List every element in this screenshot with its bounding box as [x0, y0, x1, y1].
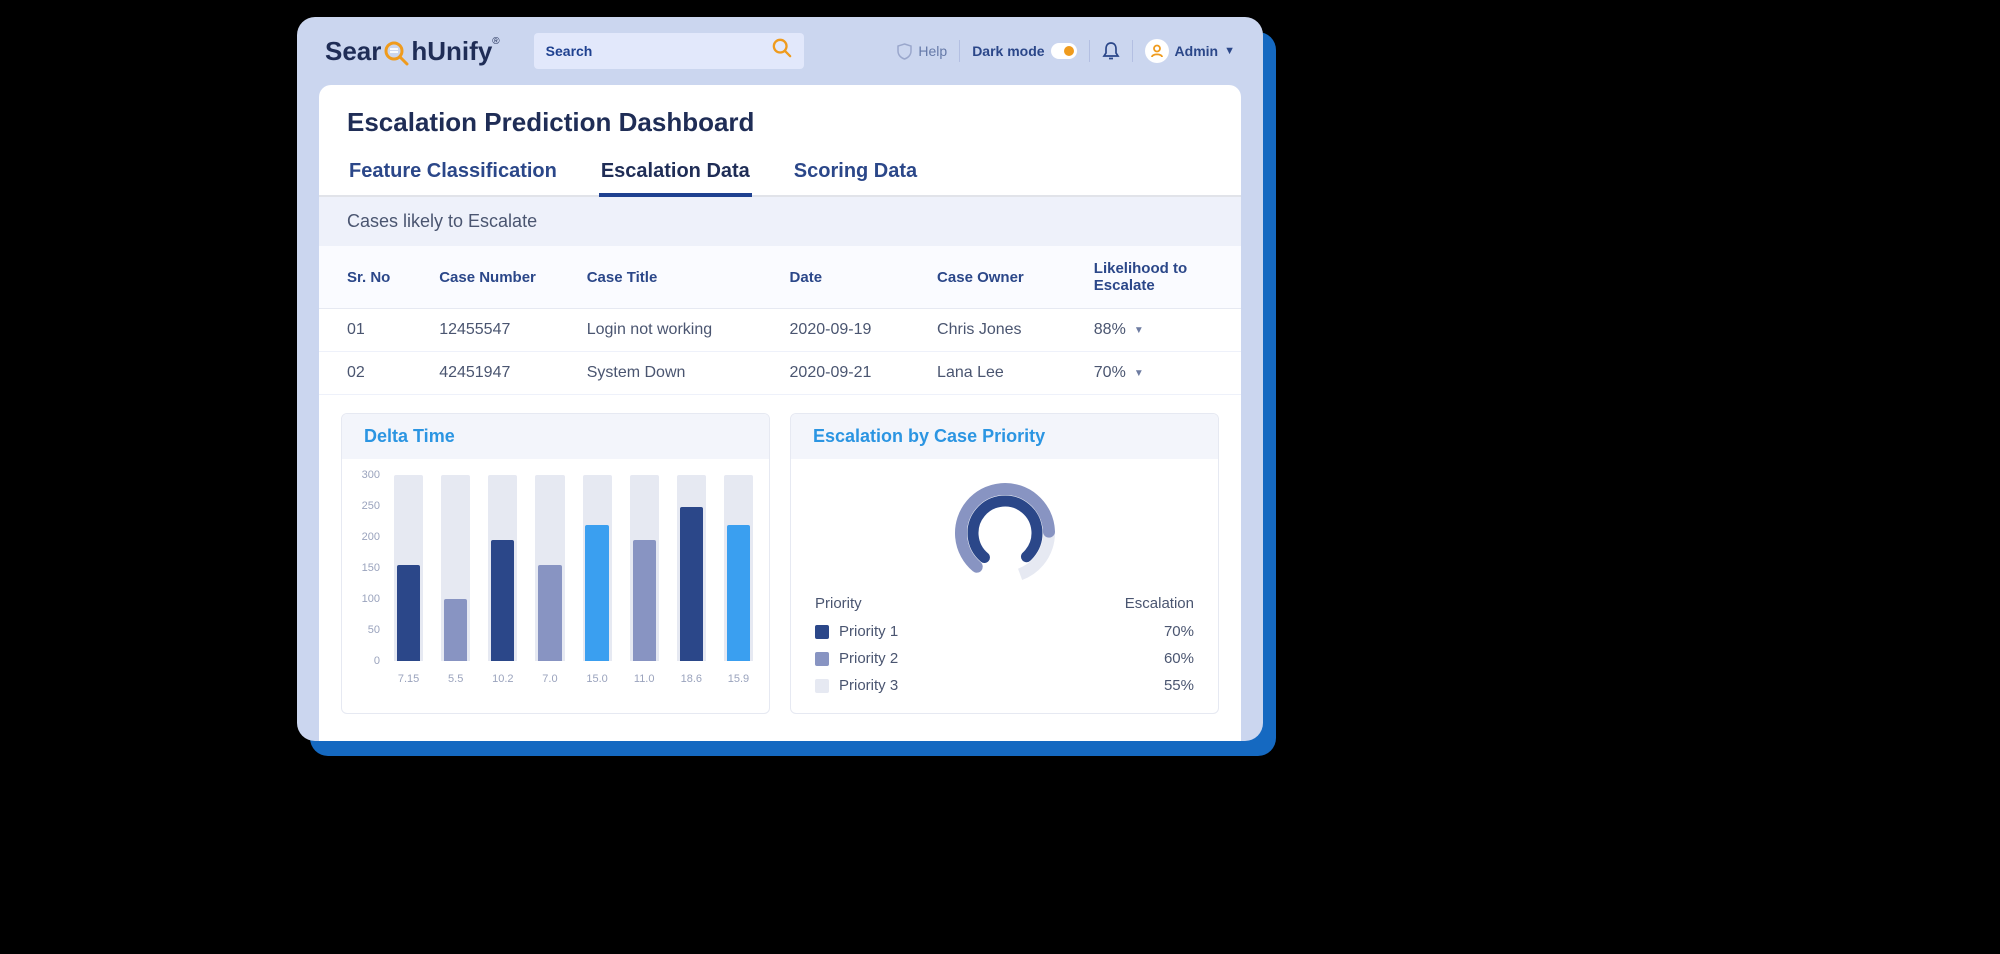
priority-row: Priority 170% — [815, 618, 1194, 645]
help-label: Help — [918, 43, 947, 59]
col-title: Case Title — [559, 246, 762, 309]
x-tick: 15.9 — [722, 673, 755, 685]
cases-table: Sr. No Case Number Case Title Date Case … — [319, 246, 1241, 395]
brand-right: hUnify — [411, 36, 492, 67]
search-icon[interactable] — [772, 38, 792, 64]
x-tick: 15.0 — [581, 673, 614, 685]
col-caseno: Case Number — [411, 246, 559, 309]
x-tick: 7.15 — [392, 673, 425, 685]
bar — [675, 475, 708, 661]
tab-escalation-data[interactable]: Escalation Data — [599, 150, 752, 195]
col-owner: Case Owner — [909, 246, 1066, 309]
separator — [959, 40, 960, 62]
cell-likelihood[interactable]: 70%▼ — [1066, 352, 1241, 395]
y-tick: 200 — [362, 531, 380, 543]
cell-owner: Lana Lee — [909, 352, 1066, 395]
y-tick: 300 — [362, 469, 380, 481]
legend-swatch — [815, 652, 829, 666]
priority-label: Priority 3 — [839, 677, 1164, 694]
bar — [581, 475, 614, 661]
admin-label: Admin — [1175, 43, 1219, 59]
y-tick: 50 — [368, 624, 380, 636]
x-tick: 5.5 — [439, 673, 472, 685]
col-sr: Sr. No — [319, 246, 411, 309]
bar — [628, 475, 661, 661]
shield-icon — [897, 43, 912, 60]
legend-swatch — [815, 625, 829, 639]
notifications-icon[interactable] — [1102, 41, 1120, 61]
search-box[interactable] — [534, 33, 804, 69]
toggle-switch[interactable] — [1051, 43, 1077, 59]
x-tick: 18.6 — [675, 673, 708, 685]
priority-label: Priority 1 — [839, 623, 1164, 640]
cell-sr: 02 — [319, 352, 411, 395]
col-escalation: Escalation — [1125, 595, 1194, 612]
x-tick: 7.0 — [533, 673, 566, 685]
search-input[interactable] — [546, 43, 772, 59]
bar — [486, 475, 519, 661]
admin-menu[interactable]: Admin ▼ — [1145, 39, 1235, 63]
tab-feature-classification[interactable]: Feature Classification — [347, 150, 559, 195]
legend-swatch — [815, 679, 829, 693]
tab-scoring-data[interactable]: Scoring Data — [792, 150, 919, 195]
y-tick: 0 — [374, 655, 380, 667]
separator — [1089, 40, 1090, 62]
priority-row: Priority 355% — [815, 672, 1194, 699]
priority-label: Priority 2 — [839, 650, 1164, 667]
help-link[interactable]: Help — [897, 43, 947, 60]
table-row[interactable]: 0242451947System Down2020-09-21Lana Lee7… — [319, 352, 1241, 395]
bar — [722, 475, 755, 661]
col-priority: Priority — [815, 595, 1125, 612]
app-frame: Sear hUnify ® — [297, 17, 1263, 741]
brand-reg-icon: ® — [492, 36, 499, 47]
caret-down-icon: ▼ — [1134, 368, 1144, 379]
page-title: Escalation Prediction Dashboard — [319, 85, 1241, 150]
cell-date: 2020-09-21 — [762, 352, 910, 395]
section-title: Cases likely to Escalate — [319, 197, 1241, 246]
brand-left: Sear — [325, 36, 381, 67]
bar — [439, 475, 472, 661]
delta-time-chart: 0 50 100 150 200 250 300 7.15 5.5 10.2 7.0 15.0 11.… — [342, 459, 769, 689]
col-date: Date — [762, 246, 910, 309]
caret-down-icon: ▼ — [1134, 325, 1144, 336]
widget-delta-time: Delta Time 0 50 100 150 200 250 300 7.15 5.5 10.… — [341, 413, 770, 714]
priority-legend-header: Priority Escalation — [815, 589, 1194, 618]
widget-title: Delta Time — [342, 414, 769, 459]
main-card: Escalation Prediction Dashboard Feature … — [319, 85, 1241, 741]
cell-caseno: 42451947 — [411, 352, 559, 395]
y-tick: 100 — [362, 593, 380, 605]
priority-value: 55% — [1164, 677, 1194, 694]
priority-value: 70% — [1164, 623, 1194, 640]
widget-priority: Escalation by Case Priority — [790, 413, 1219, 714]
cell-title: Login not working — [559, 309, 762, 352]
cell-likelihood[interactable]: 88%▼ — [1066, 309, 1241, 352]
priority-value: 60% — [1164, 650, 1194, 667]
cell-caseno: 12455547 — [411, 309, 559, 352]
x-tick: 10.2 — [486, 673, 519, 685]
table-row[interactable]: 0112455547Login not working2020-09-19Chr… — [319, 309, 1241, 352]
table-header-row: Sr. No Case Number Case Title Date Case … — [319, 246, 1241, 309]
y-tick: 150 — [362, 562, 380, 574]
brand-logo: Sear hUnify ® — [325, 36, 500, 67]
app-header: Sear hUnify ® — [297, 17, 1263, 85]
col-like: Likelihood to Escalate — [1066, 246, 1241, 309]
tabs: Feature Classification Escalation Data S… — [319, 150, 1241, 197]
chevron-down-icon: ▼ — [1224, 45, 1235, 57]
widget-title: Escalation by Case Priority — [791, 414, 1218, 459]
user-avatar-icon — [1145, 39, 1169, 63]
dark-mode-toggle[interactable]: Dark mode — [972, 43, 1076, 59]
y-tick: 250 — [362, 500, 380, 512]
priority-row: Priority 260% — [815, 645, 1194, 672]
cell-owner: Chris Jones — [909, 309, 1066, 352]
cell-date: 2020-09-19 — [762, 309, 910, 352]
x-tick: 11.0 — [628, 673, 661, 685]
cell-sr: 01 — [319, 309, 411, 352]
bar — [533, 475, 566, 661]
separator — [1132, 40, 1133, 62]
dark-mode-label: Dark mode — [972, 43, 1044, 59]
magnifier-c-icon — [383, 40, 409, 66]
cell-title: System Down — [559, 352, 762, 395]
bar — [392, 475, 425, 661]
priority-gauge-chart — [815, 469, 1194, 589]
